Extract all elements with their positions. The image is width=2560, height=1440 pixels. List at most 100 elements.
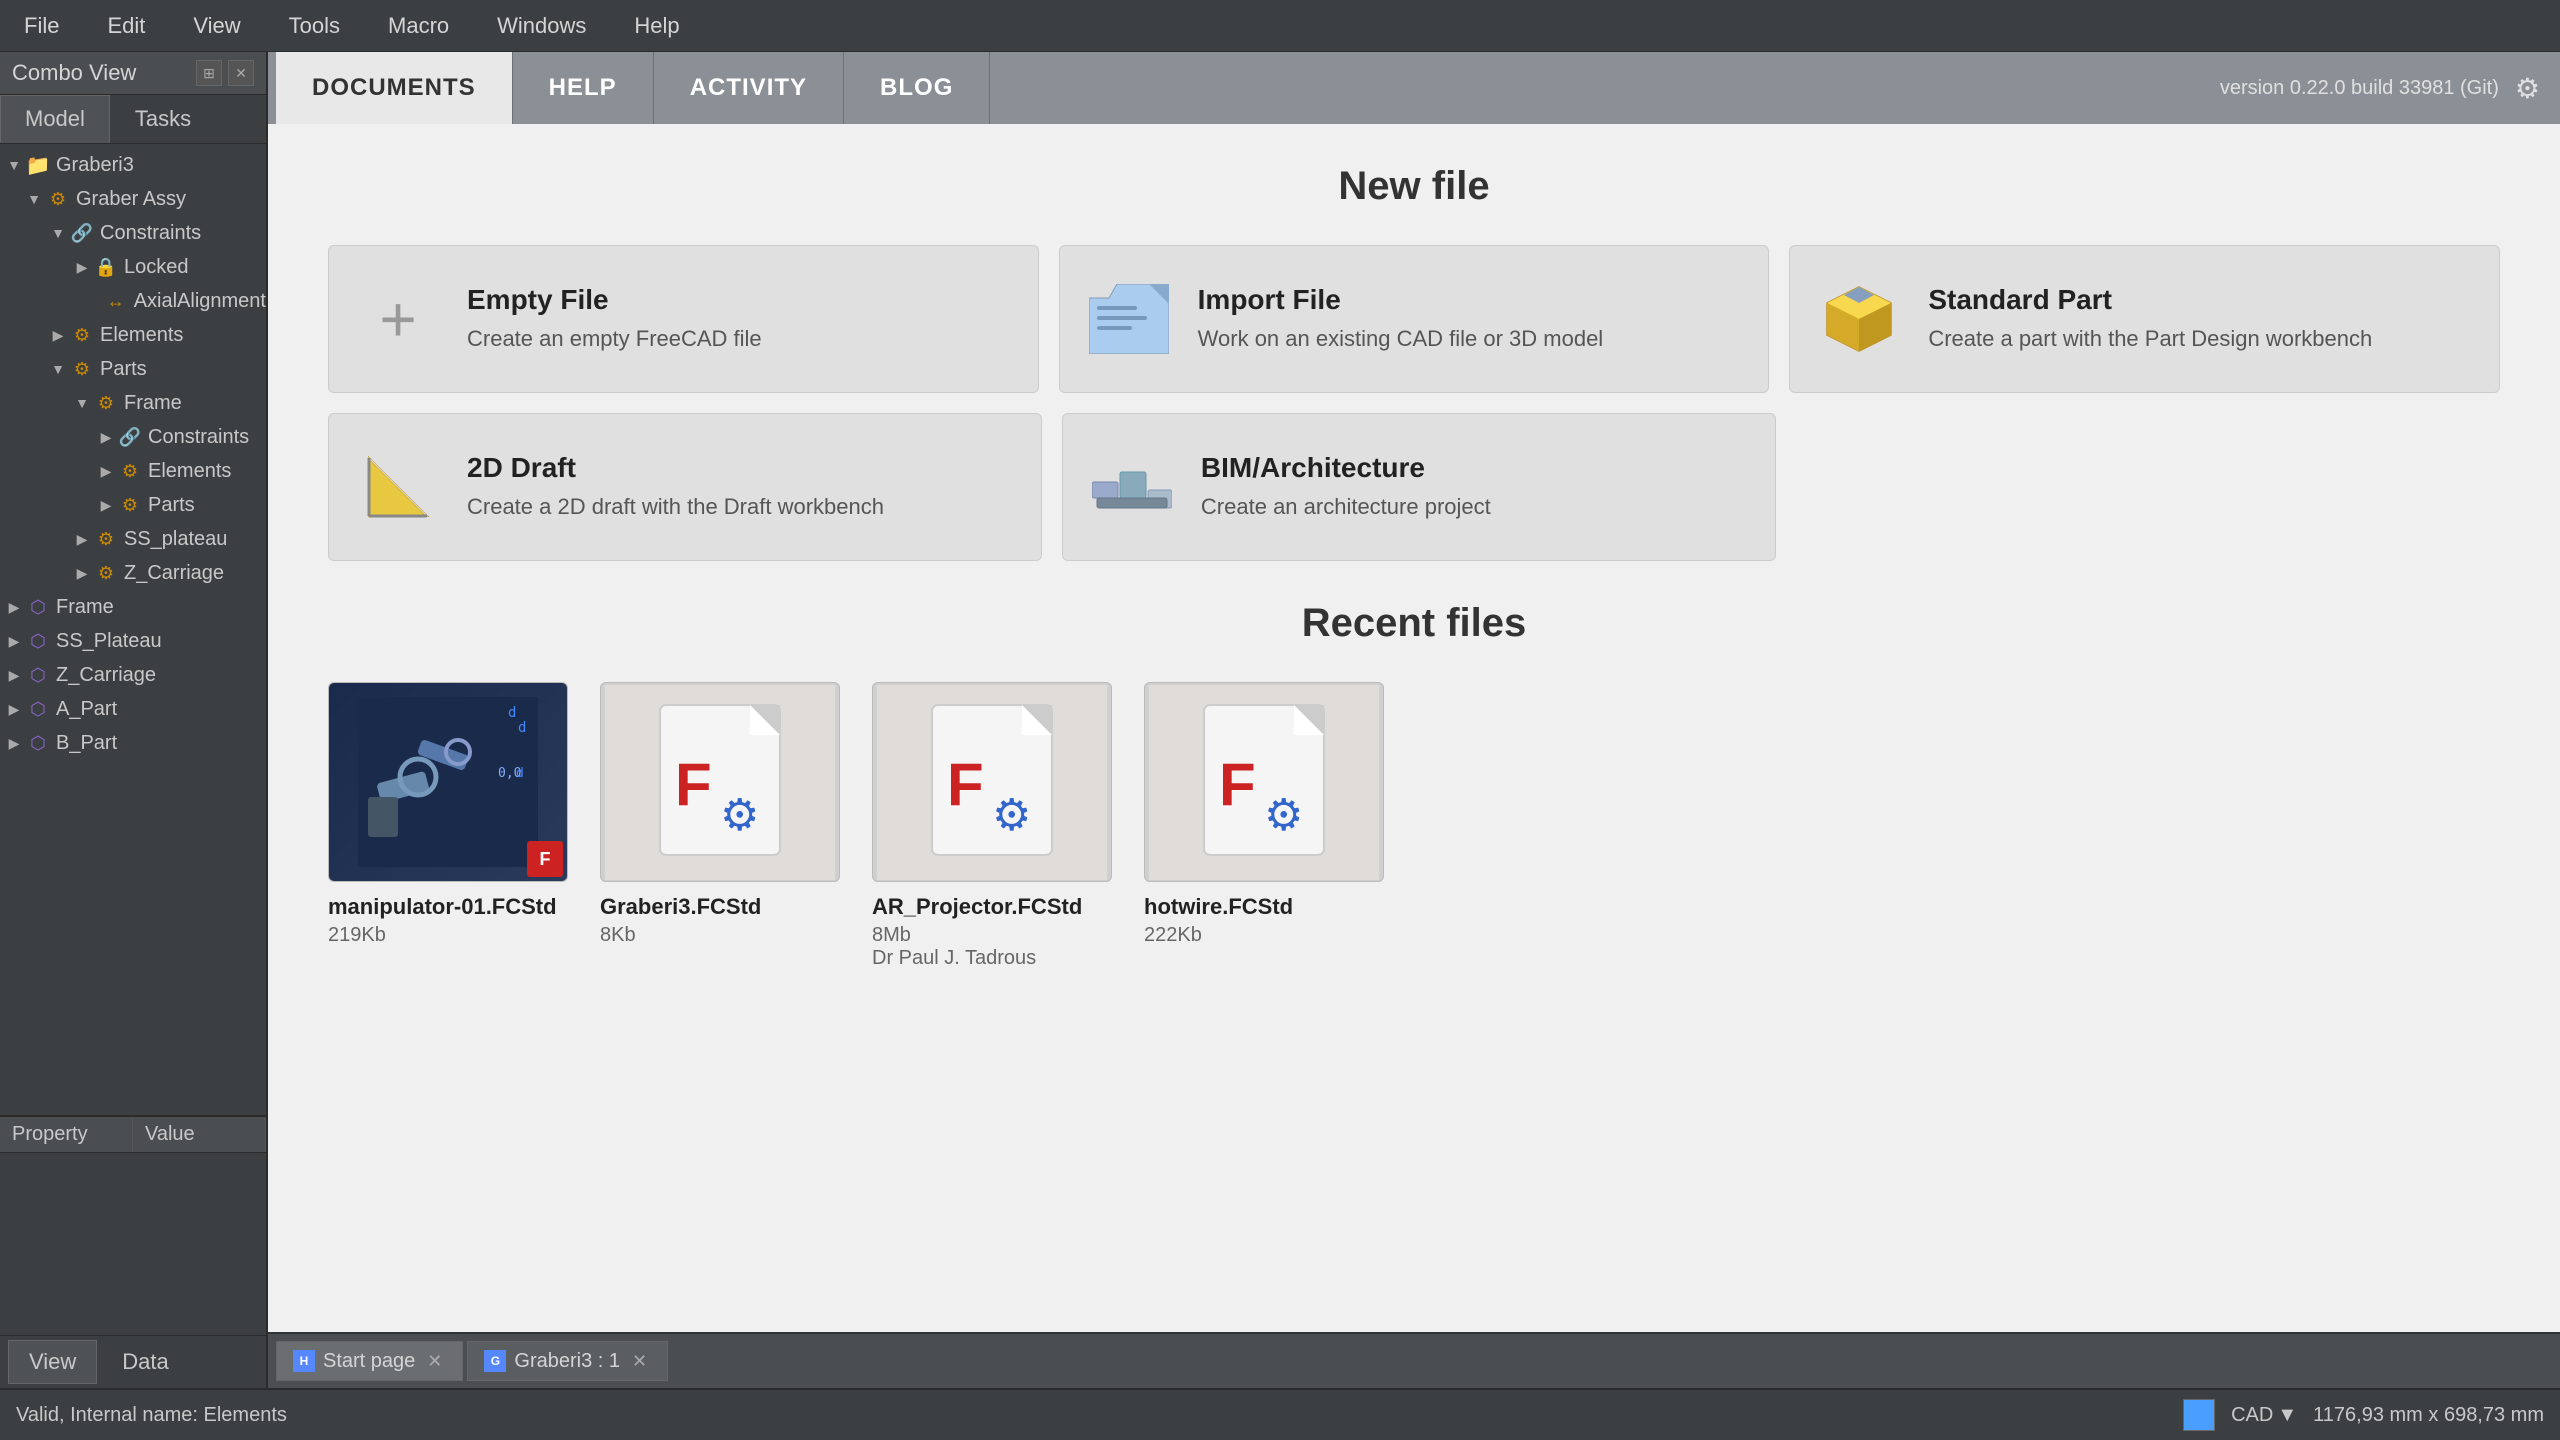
card-text-import-file: Import File Work on an existing CAD file… bbox=[1198, 284, 1604, 355]
tree-arrow[interactable]: ▼ bbox=[48, 361, 68, 377]
tree-item-graber-assy[interactable]: ▼ ⚙ Graber Assy bbox=[0, 182, 266, 216]
menu-windows[interactable]: Windows bbox=[489, 9, 594, 43]
tab-start-page-close[interactable]: ✕ bbox=[423, 1349, 446, 1374]
tab-data[interactable]: Data bbox=[101, 1340, 189, 1384]
card-standard-part[interactable]: Standard Part Create a part with the Par… bbox=[1789, 245, 2500, 393]
property-header: Property Value bbox=[0, 1117, 266, 1153]
nav-tab-activity[interactable]: ACTIVITY bbox=[654, 52, 844, 124]
tree-arrow[interactable]: ▶ bbox=[96, 497, 116, 514]
tree-icon-frame-l0: ⬡ bbox=[24, 593, 52, 621]
tab-graberi3-close[interactable]: ✕ bbox=[628, 1349, 651, 1374]
tree-label-parts-l4: Parts bbox=[148, 494, 195, 517]
tree-item-b-part-l0[interactable]: ▶ ⬡ B_Part bbox=[0, 726, 266, 760]
tree-label-constraints-l4: Constraints bbox=[148, 426, 249, 449]
nav-tab-help[interactable]: HELP bbox=[513, 52, 654, 124]
tree-arrow[interactable]: ▶ bbox=[4, 633, 24, 650]
tree-label-constraints-l2: Constraints bbox=[100, 222, 201, 245]
svg-text:F: F bbox=[675, 751, 712, 818]
recent-thumb-manipulator: d d 0,0 d F bbox=[328, 682, 568, 882]
tree-arrow[interactable]: ▶ bbox=[48, 327, 68, 344]
recent-card-ar-projector[interactable]: F ⚙ AR_Projector.FCStd 8Mb Dr Paul J. Ta… bbox=[872, 682, 1112, 970]
card-text-empty-file: Empty File Create an empty FreeCAD file bbox=[467, 284, 762, 355]
tree-icon-ss-plateau-l0: ⬡ bbox=[24, 627, 52, 655]
nav-tab-documents[interactable]: DOCUMENTS bbox=[276, 52, 513, 124]
combo-icon-1[interactable]: ⊞ bbox=[196, 60, 222, 86]
svg-text:⚙: ⚙ bbox=[992, 791, 1031, 840]
recent-card-graberi3[interactable]: F ⚙ Graberi3.FCStd 8Kb bbox=[600, 682, 840, 970]
tree-arrow[interactable]: ▶ bbox=[4, 667, 24, 684]
tree-item-ss-plateau[interactable]: ▶ ⚙ SS_plateau bbox=[0, 522, 266, 556]
tree-arrow[interactable]: ▶ bbox=[96, 463, 116, 480]
menu-file[interactable]: File bbox=[16, 9, 67, 43]
tree-item-parts-l2[interactable]: ▼ ⚙ Parts bbox=[0, 352, 266, 386]
status-color-box[interactable] bbox=[2183, 1399, 2215, 1431]
menu-macro[interactable]: Macro bbox=[380, 9, 457, 43]
menu-help[interactable]: Help bbox=[626, 9, 687, 43]
tree-icon-assy: ⚙ bbox=[44, 185, 72, 213]
tree-arrow[interactable]: ▶ bbox=[72, 259, 92, 276]
tree-item-frame-l3[interactable]: ▼ ⚙ Frame bbox=[0, 386, 266, 420]
tree-arrow[interactable]: ▼ bbox=[4, 157, 24, 173]
tab-model[interactable]: Model bbox=[0, 95, 110, 143]
bottom-tabs: View Data bbox=[0, 1335, 266, 1388]
card-import-file[interactable]: Import File Work on an existing CAD file… bbox=[1059, 245, 1770, 393]
tree-arrow[interactable]: ▶ bbox=[4, 735, 24, 752]
tree-view[interactable]: ▼ 📁 Graberi3 ▼ ⚙ Graber Assy ▼ 🔗 Constra… bbox=[0, 144, 266, 1115]
menu-tools[interactable]: Tools bbox=[281, 9, 348, 43]
card-icon-import-file bbox=[1084, 274, 1174, 364]
tree-label-elements-l4: Elements bbox=[148, 460, 231, 483]
tree-arrow[interactable]: ▼ bbox=[48, 225, 68, 241]
tree-item-parts-l4[interactable]: ▶ ⚙ Parts bbox=[0, 488, 266, 522]
recent-size-graberi3: 8Kb bbox=[600, 924, 840, 947]
card-desc-import-file: Work on an existing CAD file or 3D model bbox=[1198, 324, 1604, 355]
tab-graberi3[interactable]: G Graberi3 : 1 ✕ bbox=[467, 1341, 668, 1381]
recent-size-hotwire: 222Kb bbox=[1144, 924, 1384, 947]
tree-arrow[interactable]: ▶ bbox=[72, 531, 92, 548]
tree-arrow[interactable]: ▼ bbox=[24, 191, 44, 207]
tree-arrow[interactable]: ▶ bbox=[72, 565, 92, 582]
tree-item-constraints-l2[interactable]: ▼ 🔗 Constraints bbox=[0, 216, 266, 250]
combo-icon-2[interactable]: ✕ bbox=[228, 60, 254, 86]
tree-arrow[interactable]: ▶ bbox=[4, 701, 24, 718]
status-cad-label: CAD bbox=[2231, 1404, 2273, 1427]
tree-arrow[interactable]: ▶ bbox=[96, 429, 116, 446]
tree-item-z-carriage-l3[interactable]: ▶ ⚙ Z_Carriage bbox=[0, 556, 266, 590]
new-file-title: New file bbox=[328, 164, 2500, 209]
property-col-value: Value bbox=[133, 1117, 266, 1152]
card-title-2d-draft: 2D Draft bbox=[467, 452, 884, 484]
top-nav: DOCUMENTS HELP ACTIVITY BLOG version 0.2… bbox=[268, 52, 2560, 124]
tree-icon-b-part-l0: ⬡ bbox=[24, 729, 52, 757]
version-area: version 0.22.0 build 33981 (Git) ⚙ bbox=[2220, 52, 2560, 124]
card-empty-file[interactable]: + Empty File Create an empty FreeCAD fil… bbox=[328, 245, 1039, 393]
menu-view[interactable]: View bbox=[185, 9, 248, 43]
tree-item-graberi3[interactable]: ▼ 📁 Graberi3 bbox=[0, 148, 266, 182]
status-cad-dropdown[interactable]: CAD ▼ bbox=[2231, 1404, 2297, 1427]
tab-tasks[interactable]: Tasks bbox=[110, 95, 216, 143]
recent-card-manipulator[interactable]: d d 0,0 d F manipulator-01.FCStd 219Kb bbox=[328, 682, 568, 970]
card-2d-draft[interactable]: 2D Draft Create a 2D draft with the Draf… bbox=[328, 413, 1042, 561]
tree-item-a-part-l0[interactable]: ▶ ⬡ A_Part bbox=[0, 692, 266, 726]
tree-arrow[interactable]: ▶ bbox=[4, 599, 24, 616]
bim-svg bbox=[1092, 452, 1172, 522]
tree-label-elements-l2: Elements bbox=[100, 324, 183, 347]
recent-card-hotwire[interactable]: F ⚙ hotwire.FCStd 222Kb bbox=[1144, 682, 1384, 970]
tab-start-page[interactable]: H Start page ✕ bbox=[276, 1341, 463, 1381]
recent-info-ar-projector: AR_Projector.FCStd 8Mb Dr Paul J. Tadrou… bbox=[872, 894, 1112, 970]
settings-icon[interactable]: ⚙ bbox=[2515, 72, 2540, 105]
nav-tab-blog[interactable]: BLOG bbox=[844, 52, 990, 124]
tree-item-z-carriage-l0[interactable]: ▶ ⬡ Z_Carriage bbox=[0, 658, 266, 692]
tree-item-elements-l2[interactable]: ▶ ⚙ Elements bbox=[0, 318, 266, 352]
tree-arrow[interactable]: ▼ bbox=[72, 395, 92, 411]
tree-item-frame-l0[interactable]: ▶ ⬡ Frame bbox=[0, 590, 266, 624]
tree-item-axial[interactable]: ↔ AxialAlignment bbox=[0, 284, 266, 318]
status-right: CAD ▼ 1176,93 mm x 698,73 mm bbox=[2183, 1399, 2544, 1431]
card-bim[interactable]: BIM/Architecture Create an architecture … bbox=[1062, 413, 1776, 561]
tree-item-ss-plateau-l0[interactable]: ▶ ⬡ SS_Plateau bbox=[0, 624, 266, 658]
tree-item-elements-l4[interactable]: ▶ ⚙ Elements bbox=[0, 454, 266, 488]
menu-edit[interactable]: Edit bbox=[99, 9, 153, 43]
tab-view[interactable]: View bbox=[8, 1340, 97, 1384]
tree-item-constraints-l4[interactable]: ▶ 🔗 Constraints bbox=[0, 420, 266, 454]
version-text: version 0.22.0 build 33981 (Git) bbox=[2220, 77, 2499, 100]
recent-files-title: Recent files bbox=[328, 601, 2500, 646]
tree-item-locked[interactable]: ▶ 🔒 Locked bbox=[0, 250, 266, 284]
